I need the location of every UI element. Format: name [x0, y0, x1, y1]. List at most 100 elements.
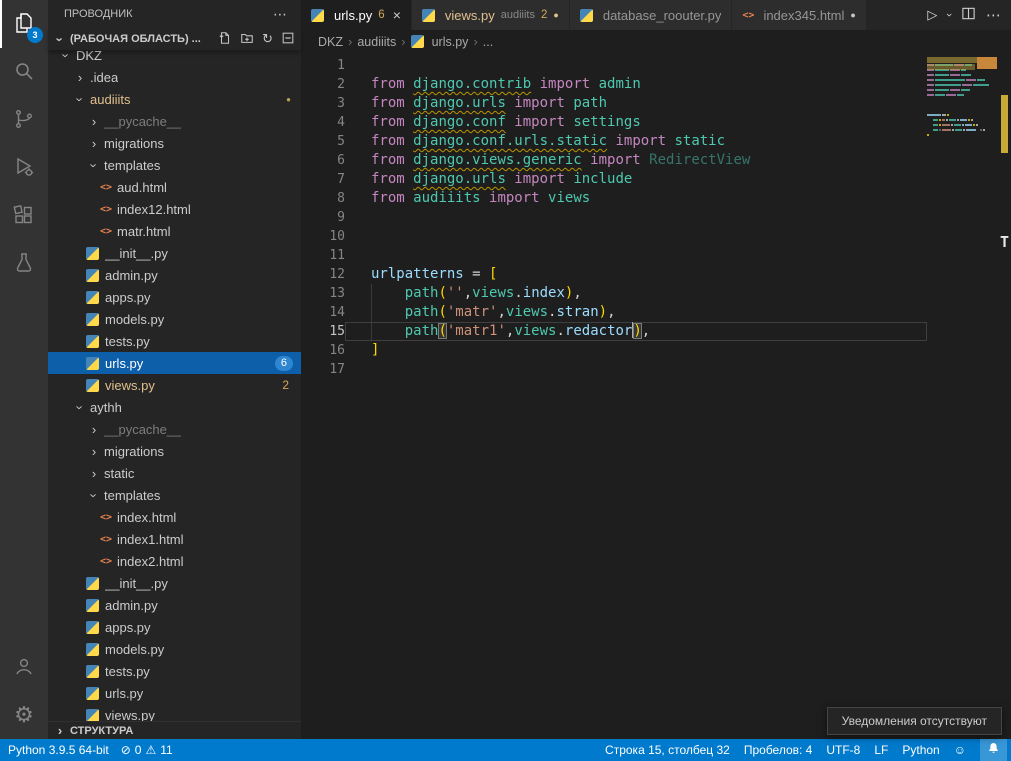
notifications-bell-button[interactable] — [980, 739, 1007, 761]
eol-status[interactable]: LF — [874, 739, 888, 761]
tree-item-audiiits[interactable]: ›audiiits● — [48, 88, 301, 110]
code-line-17[interactable]: 17 — [301, 360, 1011, 379]
run-dropdown-chevron-icon[interactable]: › — [943, 13, 955, 17]
code-line-9[interactable]: 9 — [301, 208, 1011, 227]
line-number[interactable]: 2 — [301, 77, 345, 92]
split-editor-icon[interactable] — [961, 6, 976, 24]
tab-index345.html[interactable]: <>index345.html● — [732, 0, 866, 30]
breadcrumb-item-urls.py[interactable]: urls.py — [411, 35, 469, 49]
tree-item-index12.html[interactable]: <>index12.html — [48, 198, 301, 220]
outline-section-header[interactable]: › СТРУКТУРА — [48, 721, 301, 739]
code-line-6[interactable]: 6from django.views.generic import Redire… — [301, 151, 1011, 170]
code-line-11[interactable]: 11 — [301, 246, 1011, 265]
tree-item-templates[interactable]: ›templates — [48, 154, 301, 176]
refresh-icon[interactable]: ↻ — [262, 31, 273, 47]
search-activity-button[interactable] — [0, 48, 48, 96]
tree-item-apps.py[interactable]: apps.py — [48, 286, 301, 308]
line-number[interactable]: 3 — [301, 96, 345, 111]
line-number[interactable]: 5 — [301, 134, 345, 149]
run-python-file-icon[interactable]: ▷ — [927, 7, 937, 23]
feedback-smiley-icon[interactable]: ☺ — [954, 739, 966, 761]
tree-item-aud.html[interactable]: <>aud.html — [48, 176, 301, 198]
code-line-5[interactable]: 5from django.conf.urls.static import sta… — [301, 132, 1011, 151]
tree-item-migrations[interactable]: ›migrations — [48, 132, 301, 154]
breadcrumb-item-audiiits[interactable]: audiiits — [357, 35, 396, 49]
tree-item-__pycache__[interactable]: ›__pycache__ — [48, 110, 301, 132]
tree-item-index2.html[interactable]: <>index2.html — [48, 550, 301, 572]
encoding-status[interactable]: UTF-8 — [826, 739, 860, 761]
tree-item-models.py[interactable]: models.py — [48, 308, 301, 330]
tree-item-index.html[interactable]: <>index.html — [48, 506, 301, 528]
tree-item-__init__.py[interactable]: __init__.py — [48, 572, 301, 594]
minimap[interactable] — [927, 57, 997, 142]
tree-item-admin.py[interactable]: admin.py — [48, 594, 301, 616]
line-number[interactable]: 9 — [301, 210, 345, 225]
code-line-12[interactable]: 12urlpatterns = [ — [301, 265, 1011, 284]
collapse-folders-icon[interactable] — [281, 31, 295, 48]
tree-item-models.py[interactable]: models.py — [48, 638, 301, 660]
breadcrumb-item-...[interactable]: ... — [483, 35, 493, 49]
language-mode-status[interactable]: Python — [902, 739, 939, 761]
tree-item-static[interactable]: ›static — [48, 462, 301, 484]
line-number[interactable]: 6 — [301, 153, 345, 168]
tree-item-views.py[interactable]: views.py — [48, 704, 301, 721]
code-line-13[interactable]: 13 path('',views.index), — [301, 284, 1011, 303]
line-number[interactable]: 14 — [301, 305, 345, 320]
tree-item-urls.py[interactable]: urls.py6 — [48, 352, 301, 374]
code-line-4[interactable]: 4from django.conf import settings — [301, 113, 1011, 132]
tree-item-views.py[interactable]: views.py2 — [48, 374, 301, 396]
tree-item-.idea[interactable]: ›.idea — [48, 66, 301, 88]
line-number[interactable]: 11 — [301, 248, 345, 263]
line-number[interactable]: 15 — [301, 324, 345, 339]
line-number[interactable]: 13 — [301, 286, 345, 301]
tree-item-apps.py[interactable]: apps.py — [48, 616, 301, 638]
tree-item-index1.html[interactable]: <>index1.html — [48, 528, 301, 550]
new-file-icon[interactable] — [218, 31, 232, 48]
tree-item-__pycache__[interactable]: ›__pycache__ — [48, 418, 301, 440]
tree-item-urls.py[interactable]: urls.py — [48, 682, 301, 704]
code-line-3[interactable]: 3from django.urls import path — [301, 94, 1011, 113]
close-icon[interactable]: × — [393, 7, 401, 23]
explorer-activity-button[interactable]: 3 — [0, 0, 48, 48]
dirty-dot-icon[interactable]: ● — [553, 10, 558, 20]
code-line-2[interactable]: 2from django.contrib import admin — [301, 75, 1011, 94]
indentation-status[interactable]: Пробелов: 4 — [744, 739, 813, 761]
workspace-section-header[interactable]: › (РАБОЧАЯ ОБЛАСТЬ) ... ↻ — [48, 28, 301, 50]
tree-item-admin.py[interactable]: admin.py — [48, 264, 301, 286]
code-line-7[interactable]: 7from django.urls import include — [301, 170, 1011, 189]
tree-item-aythh[interactable]: ›aythh — [48, 396, 301, 418]
editor-more-actions-icon[interactable]: ⋯ — [986, 6, 1001, 24]
settings-button[interactable]: ⚙ — [0, 691, 48, 739]
code-line-14[interactable]: 14 path('matr',views.stran), — [301, 303, 1011, 322]
testing-activity-button[interactable] — [0, 240, 48, 288]
tab-urls.py[interactable]: urls.py6× — [301, 0, 412, 30]
code-line-1[interactable]: 1 — [301, 56, 1011, 75]
line-number[interactable]: 1 — [301, 58, 345, 73]
breadcrumb-item-DKZ[interactable]: DKZ — [318, 35, 343, 49]
tab-views.py[interactable]: views.pyaudiiits2● — [412, 0, 570, 30]
problems-status[interactable]: ⊘ 0 ⚠ 11 — [121, 739, 173, 761]
code-line-10[interactable]: 10 — [301, 227, 1011, 246]
code-editor[interactable]: 1 2from django.contrib import admin3from … — [301, 53, 1011, 739]
cursor-position-status[interactable]: Строка 15, столбец 32 — [605, 739, 730, 761]
tree-item-migrations[interactable]: ›migrations — [48, 440, 301, 462]
run-debug-activity-button[interactable] — [0, 144, 48, 192]
line-number[interactable]: 12 — [301, 267, 345, 282]
line-number[interactable]: 16 — [301, 343, 345, 358]
tree-item-tests.py[interactable]: tests.py — [48, 660, 301, 682]
code-line-8[interactable]: 8from audiiits import views — [301, 189, 1011, 208]
tree-item-__init__.py[interactable]: __init__.py — [48, 242, 301, 264]
source-control-activity-button[interactable] — [0, 96, 48, 144]
tree-item-matr.html[interactable]: <>matr.html — [48, 220, 301, 242]
tab-database_roouter.py[interactable]: database_roouter.py — [570, 0, 733, 30]
account-button[interactable] — [0, 643, 48, 691]
line-number[interactable]: 7 — [301, 172, 345, 187]
code-line-16[interactable]: 16] — [301, 341, 1011, 360]
sidebar-more-actions-icon[interactable]: ⋯ — [273, 6, 287, 23]
tree-item-tests.py[interactable]: tests.py — [48, 330, 301, 352]
line-number[interactable]: 10 — [301, 229, 345, 244]
tree-item-templates[interactable]: ›templates — [48, 484, 301, 506]
line-number[interactable]: 17 — [301, 362, 345, 377]
line-number[interactable]: 8 — [301, 191, 345, 206]
line-number[interactable]: 4 — [301, 115, 345, 130]
